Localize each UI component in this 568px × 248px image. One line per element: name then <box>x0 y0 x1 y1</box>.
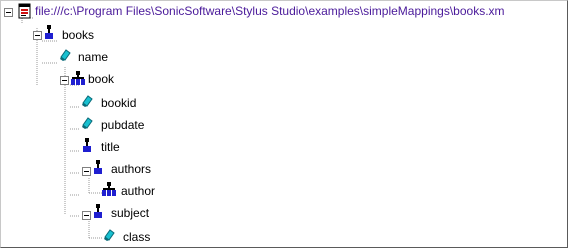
schema-tree-panel: file:///c:\Program Files\SonicSoftware\S… <box>0 0 568 248</box>
collapse-toggle-root[interactable] <box>4 8 13 17</box>
element-icon <box>83 138 91 152</box>
xml-document-icon <box>18 3 31 19</box>
element-icon <box>45 25 53 39</box>
collapse-toggle-book[interactable] <box>60 76 69 85</box>
tree-node-book[interactable]: book <box>88 70 114 88</box>
root-file-path[interactable]: file:///c:\Program Files\SonicSoftware\S… <box>35 2 505 20</box>
tree-node-authors[interactable]: authors <box>111 160 151 178</box>
tree-node-class[interactable]: class <box>123 228 150 246</box>
element-tree-icon <box>71 71 85 85</box>
attribute-icon <box>60 49 71 61</box>
tree-node-title[interactable]: title <box>101 138 120 156</box>
attribute-icon <box>104 229 115 241</box>
attribute-icon <box>82 95 93 107</box>
tree-node-pubdate[interactable]: pubdate <box>101 116 144 134</box>
element-tree-icon <box>102 182 116 196</box>
attribute-icon <box>82 117 93 129</box>
tree-node-subject[interactable]: subject <box>111 204 149 222</box>
tree-node-author[interactable]: author <box>121 182 155 200</box>
tree-node-books[interactable]: books <box>62 26 94 44</box>
tree-node-bookid[interactable]: bookid <box>101 94 136 112</box>
element-icon <box>94 160 102 174</box>
element-icon <box>94 204 102 218</box>
tree-node-name[interactable]: name <box>78 48 108 66</box>
